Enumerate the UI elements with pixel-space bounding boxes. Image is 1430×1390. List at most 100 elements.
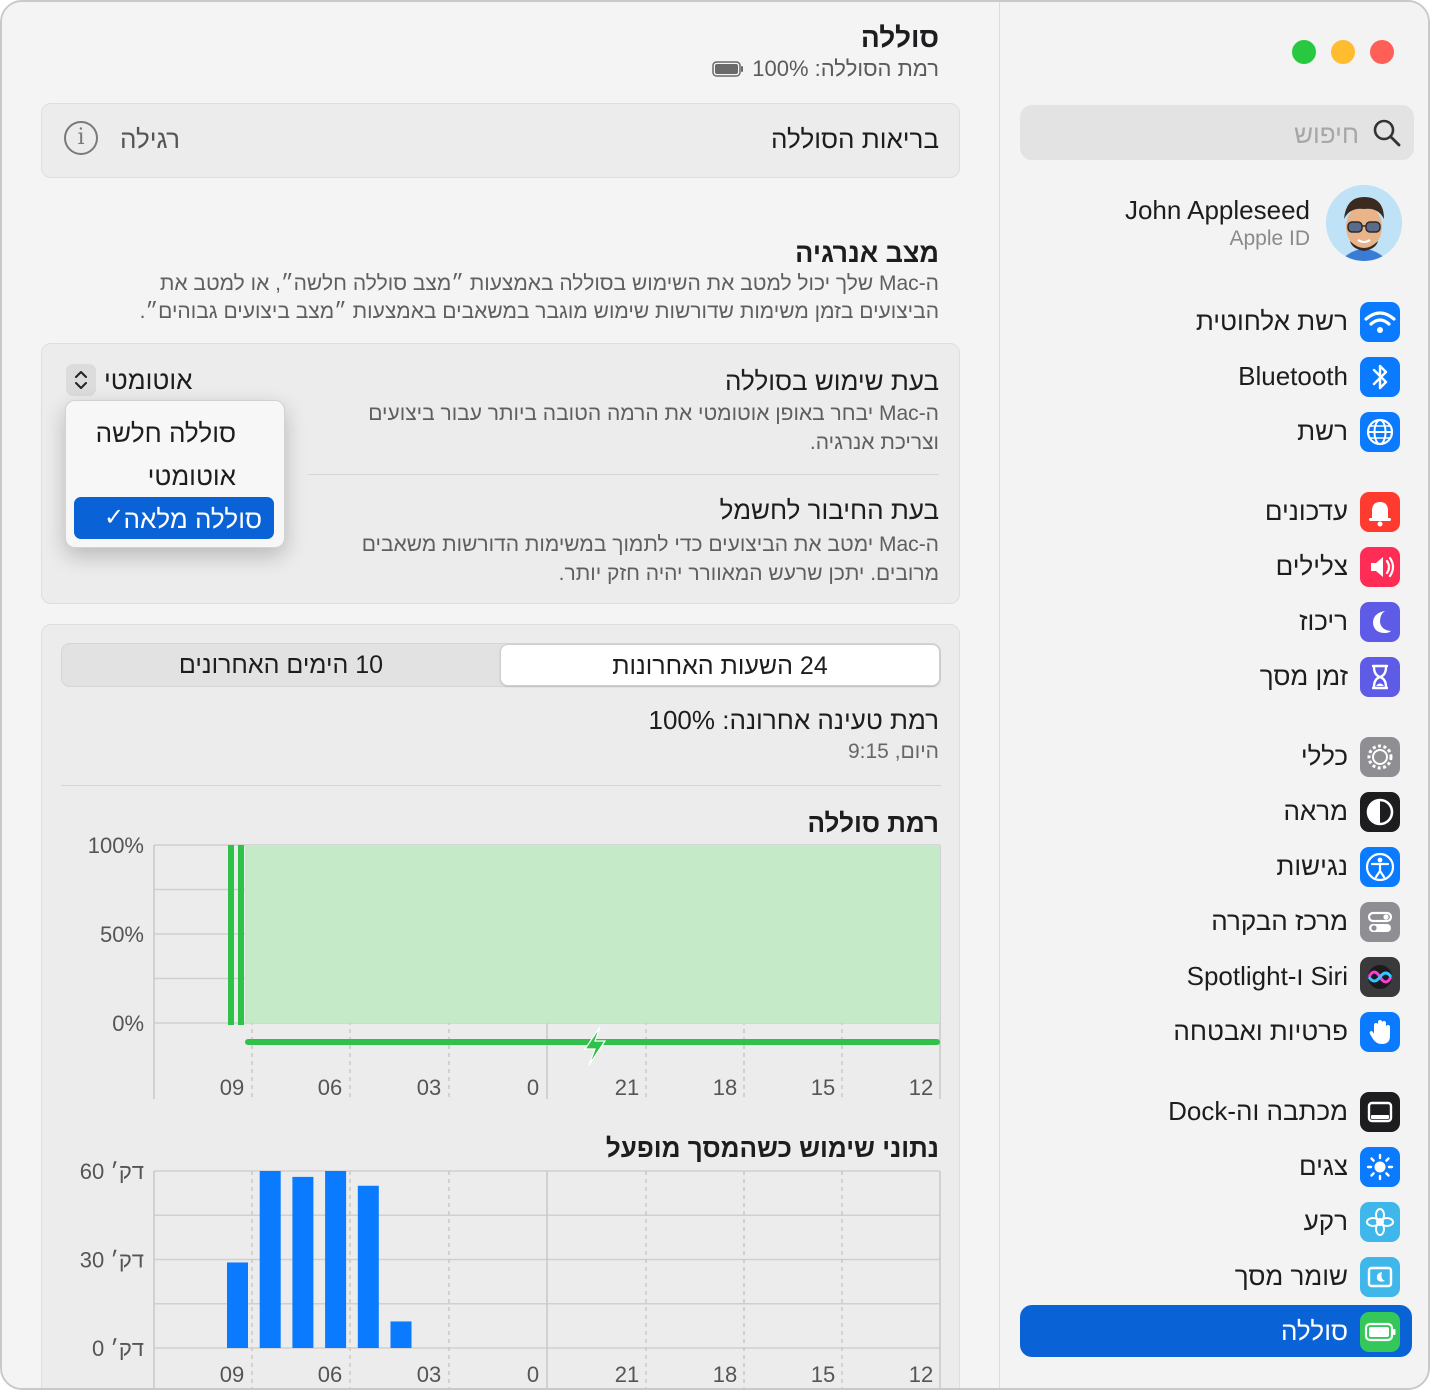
sun-icon [1360, 1147, 1400, 1187]
sidebar-item-label: עדכונים [1264, 496, 1348, 526]
sidebar-item-flower[interactable]: רקע [1020, 1195, 1412, 1247]
y-tick-label: 60 דק׳ [80, 1159, 144, 1184]
search-icon [1373, 119, 1401, 147]
checkmark-icon: ✓ [104, 504, 125, 531]
sidebar-item-label: סוללה [1280, 1316, 1348, 1346]
sidebar-item-control-center[interactable]: מרכז הבקרה [1020, 895, 1412, 947]
globe-icon [1360, 412, 1400, 452]
battery-small-icon [712, 61, 744, 77]
minimize-button[interactable] [1331, 40, 1355, 64]
screen-on-usage-chart: 60 דק׳ 30 דק׳ 0 דק׳ 09 06 03 0 21 18 15 12 [80, 1159, 941, 1388]
sidebar-item-bell[interactable]: עדכונים [1020, 485, 1412, 537]
usage-bar [259, 1171, 281, 1348]
sidebar-item-accessibility[interactable]: נגישות [1020, 840, 1412, 892]
charging-bolt-icon [583, 1026, 607, 1066]
close-button[interactable] [1370, 40, 1394, 64]
menu-item-low-power[interactable]: סוללה חלשה [74, 411, 274, 453]
tab-last-24-hours[interactable]: 24 השעות האחרונות [500, 644, 940, 686]
screensaver-icon [1360, 1257, 1400, 1297]
energy-mode-description-1: ה-Mac שלך יכול למטב את השימוש בסוללה באמ… [159, 272, 939, 295]
usage-bar [292, 1176, 314, 1348]
siri-icon [1360, 957, 1400, 997]
search-placeholder: חיפוש [1294, 119, 1359, 149]
y-tick-label: 0% [112, 1011, 144, 1036]
x-tick-label: 21 [615, 1075, 639, 1100]
dock-icon [1360, 1092, 1400, 1132]
appearance-icon [1360, 792, 1400, 832]
sidebar-item-hand[interactable]: פרטיות ואבטחה [1020, 1005, 1412, 1057]
x-tick-label: 06 [318, 1362, 342, 1387]
x-tick-label: 15 [811, 1075, 835, 1100]
sidebar-item-label: מכתבה וה-Dock [1168, 1096, 1348, 1126]
zoom-button[interactable] [1292, 40, 1316, 64]
sidebar-item-label: זמן מסך [1259, 661, 1348, 691]
sidebar-item-label: כללי [1300, 741, 1348, 771]
sidebar-item-label: Bluetooth [1238, 361, 1348, 391]
sidebar-item-wifi[interactable]: רשת אלחוטית [1020, 295, 1412, 347]
usage-bar [325, 1171, 347, 1348]
chevron-up-down-icon [66, 364, 96, 396]
usage-bar [227, 1262, 248, 1348]
battery-level-bar [228, 845, 234, 1025]
sidebar-item-label: שומר מסך [1234, 1261, 1348, 1291]
x-tick-label: 12 [909, 1362, 933, 1387]
x-tick-label: 03 [417, 1075, 441, 1100]
y-tick-label: 50% [100, 922, 144, 947]
sidebar-item-label: מראה [1283, 796, 1348, 826]
profile-name: John Appleseed [1124, 195, 1310, 225]
on-power-description-2: מרובים. יתכן שרעש המאוורר יהיה חזק יותר. [558, 562, 939, 585]
sidebar-item-hourglass[interactable]: זמן מסך [1020, 650, 1412, 702]
last-charge-time: היום, 9:15 [847, 740, 939, 763]
energy-mode-title: מצב אנרגיה [795, 238, 939, 268]
on-battery-popup-value: אוטומטי [104, 364, 193, 395]
bell-icon [1360, 492, 1400, 532]
accessibility-icon [1360, 847, 1400, 887]
menu-item-high-power[interactable]: סוללה מלאה ✓ [74, 497, 274, 539]
battery-level-status: רמת הסוללה: 100% [712, 56, 939, 82]
apple-id-profile[interactable]: John Appleseed Apple ID [1020, 185, 1414, 265]
settings-window: סוללה רמת הסוללה: 100% בריאות הסוללה רגי… [0, 0, 1430, 1390]
menu-item-automatic[interactable]: אוטומטי [74, 454, 274, 496]
sidebar-item-label: ריכוז [1299, 606, 1348, 636]
sidebar-item-appearance[interactable]: מראה [1020, 785, 1412, 837]
x-tick-label: 15 [811, 1362, 835, 1387]
x-tick-label: 09 [220, 1075, 244, 1100]
info-icon[interactable]: i [64, 121, 98, 155]
battery-level-bar [238, 845, 244, 1025]
sidebar-item-siri[interactable]: Siri ו-Spotlight [1020, 950, 1412, 1002]
sidebar-item-label: פרטיות ואבטחה [1173, 1016, 1348, 1046]
y-tick-label: 30 דק׳ [80, 1248, 144, 1273]
battery-health-card: בריאות הסוללה רגילה i [41, 103, 960, 178]
sidebar-item-globe[interactable]: רשת [1020, 405, 1412, 457]
y-tick-label: 100% [88, 833, 144, 858]
sidebar-item-label: נגישות [1276, 851, 1348, 881]
x-tick-label: 21 [615, 1362, 639, 1387]
sidebar-item-battery[interactable]: סוללה [1020, 1305, 1412, 1357]
hourglass-icon [1360, 657, 1400, 697]
x-tick-label: 0 [527, 1075, 539, 1100]
search-field[interactable]: חיפוש [1020, 105, 1414, 160]
sidebar-item-label: מרכז הבקרה [1211, 906, 1348, 936]
sidebar-item-moon[interactable]: ריכוז [1020, 595, 1412, 647]
sidebar-item-sun[interactable]: צגים [1020, 1140, 1412, 1192]
sidebar-item-screensaver[interactable]: שומר מסך [1020, 1250, 1412, 1302]
time-range-segmented-control: 24 השעות האחרונות 10 הימים האחרונים [61, 643, 941, 687]
energy-mode-menu: סוללה חלשה אוטומטי סוללה מלאה ✓ [65, 400, 285, 548]
hand-icon [1360, 1012, 1400, 1052]
on-battery-description-2: וצריכת אנרגיה. [809, 431, 939, 454]
sidebar-item-dock[interactable]: מכתבה וה-Dock [1020, 1085, 1412, 1137]
sidebar-item-gear[interactable]: כללי [1020, 730, 1412, 782]
sidebar-item-speaker[interactable]: צלילים [1020, 540, 1412, 592]
sidebar-item-label: רשת [1297, 416, 1348, 446]
sidebar-item-bluetooth[interactable]: Bluetooth [1020, 350, 1412, 402]
on-battery-popup[interactable]: אוטומטי [66, 364, 192, 396]
x-tick-label: 18 [713, 1075, 737, 1100]
battery-pane: סוללה רמת הסוללה: 100% בריאות הסוללה רגי… [2, 2, 999, 1388]
tab-last-10-days[interactable]: 10 הימים האחרונים [62, 644, 500, 686]
usage-bar [357, 1185, 379, 1348]
on-power-description-1: ה-Mac ימטב את הביצועים כדי לתמוך במשימות… [361, 533, 939, 556]
bluetooth-icon [1360, 357, 1400, 397]
gear-icon [1360, 737, 1400, 777]
page-title: סוללה [860, 22, 939, 53]
avatar [1326, 185, 1402, 261]
